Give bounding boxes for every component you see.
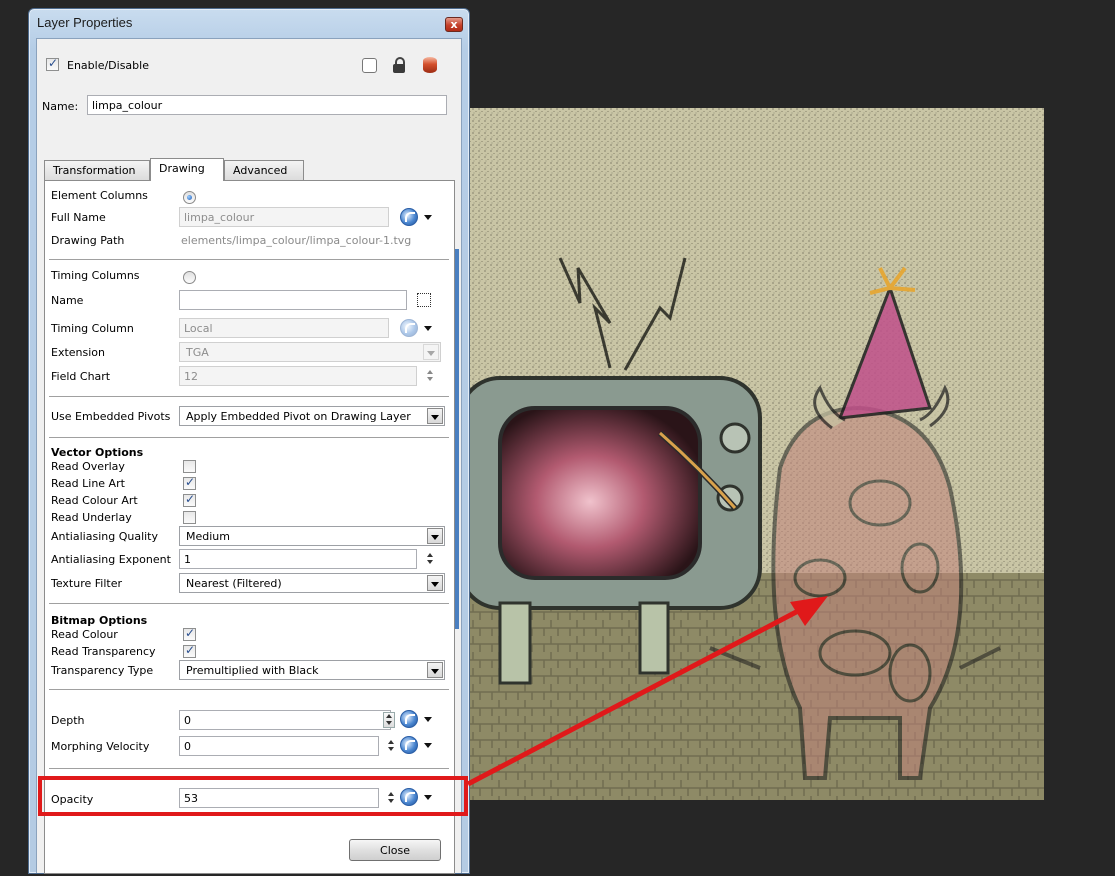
tab-drawing[interactable]: Drawing [150,158,224,181]
annotation-arrow [466,596,828,787]
